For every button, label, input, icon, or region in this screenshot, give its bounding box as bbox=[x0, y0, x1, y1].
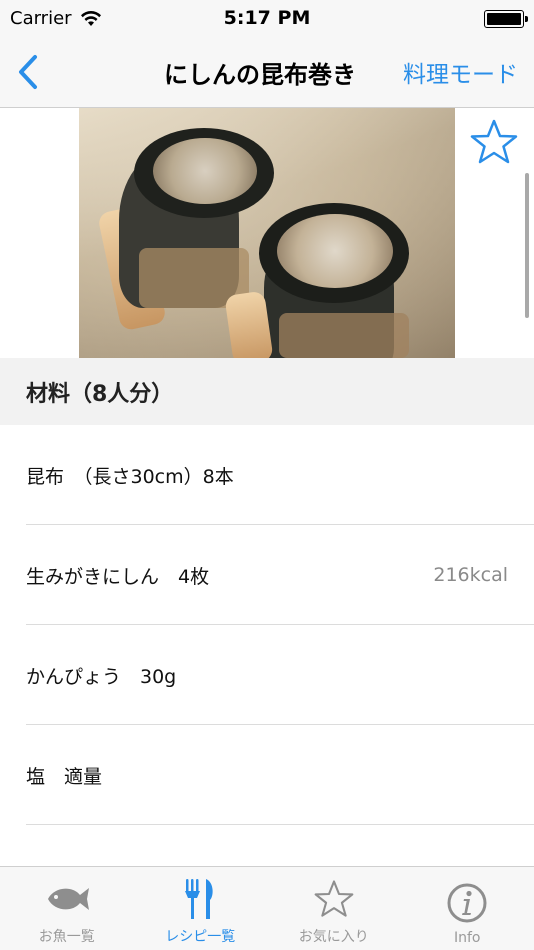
tab-favorites[interactable]: お気に入り bbox=[267, 867, 401, 950]
status-bar: Carrier 5:17 PM bbox=[0, 0, 534, 38]
tab-info[interactable]: Info bbox=[401, 867, 534, 950]
back-button[interactable] bbox=[6, 50, 50, 94]
scroll-indicator[interactable] bbox=[525, 173, 529, 318]
star-icon bbox=[309, 874, 359, 924]
recipe-content[interactable]: 材料（8人分） 昆布 （長さ30cm）8本 生みがきにしん 4枚 216kcal… bbox=[0, 108, 534, 866]
battery-icon bbox=[484, 10, 528, 28]
ingredient-row[interactable]: 昆布 （長さ30cm）8本 bbox=[0, 425, 534, 525]
ingredient-row[interactable]: 塩 適量 bbox=[0, 725, 534, 825]
tab-label: お気に入り bbox=[298, 929, 369, 945]
ingredient-row[interactable]: かんぴょう 30g bbox=[0, 625, 534, 725]
ingredient-name: 塩 適量 bbox=[26, 765, 103, 788]
ingredient-name: 昆布 （長さ30cm）8本 bbox=[26, 465, 234, 488]
fish-icon bbox=[42, 874, 92, 924]
status-time: 5:17 PM bbox=[223, 7, 311, 29]
tab-recipe-list[interactable]: レシピ一覧 bbox=[134, 867, 268, 950]
recipe-photo bbox=[79, 108, 455, 358]
ingredient-name: 生みがきにしん 4枚 bbox=[26, 565, 210, 588]
tab-bar: お魚一覧 レシピ一覧 お気に入り Info bbox=[0, 866, 534, 950]
ingredient-list: 昆布 （長さ30cm）8本 生みがきにしん 4枚 216kcal かんぴょう 3… bbox=[0, 425, 534, 825]
favorite-button[interactable] bbox=[468, 116, 520, 168]
fork-knife-icon bbox=[175, 874, 225, 924]
ingredient-calories: 216kcal bbox=[433, 564, 508, 586]
ingredients-header: 材料（8人分） bbox=[0, 358, 534, 425]
ingredient-name: かんぴょう 30g bbox=[26, 665, 177, 688]
tab-label: Info bbox=[454, 930, 481, 946]
tab-label: お魚一覧 bbox=[38, 929, 95, 945]
tab-label: レシピ一覧 bbox=[165, 929, 236, 945]
chevron-left-icon bbox=[19, 55, 37, 89]
navigation-bar: にしんの昆布巻き 料理モード bbox=[0, 38, 534, 108]
tab-fish-list[interactable]: お魚一覧 bbox=[0, 867, 134, 950]
star-outline-icon bbox=[470, 119, 518, 164]
page-title: にしんの昆布巻き bbox=[164, 61, 356, 89]
info-icon bbox=[442, 878, 492, 928]
ingredient-row[interactable]: 生みがきにしん 4枚 216kcal bbox=[0, 525, 534, 625]
cooking-mode-button[interactable]: 料理モード bbox=[403, 55, 518, 89]
